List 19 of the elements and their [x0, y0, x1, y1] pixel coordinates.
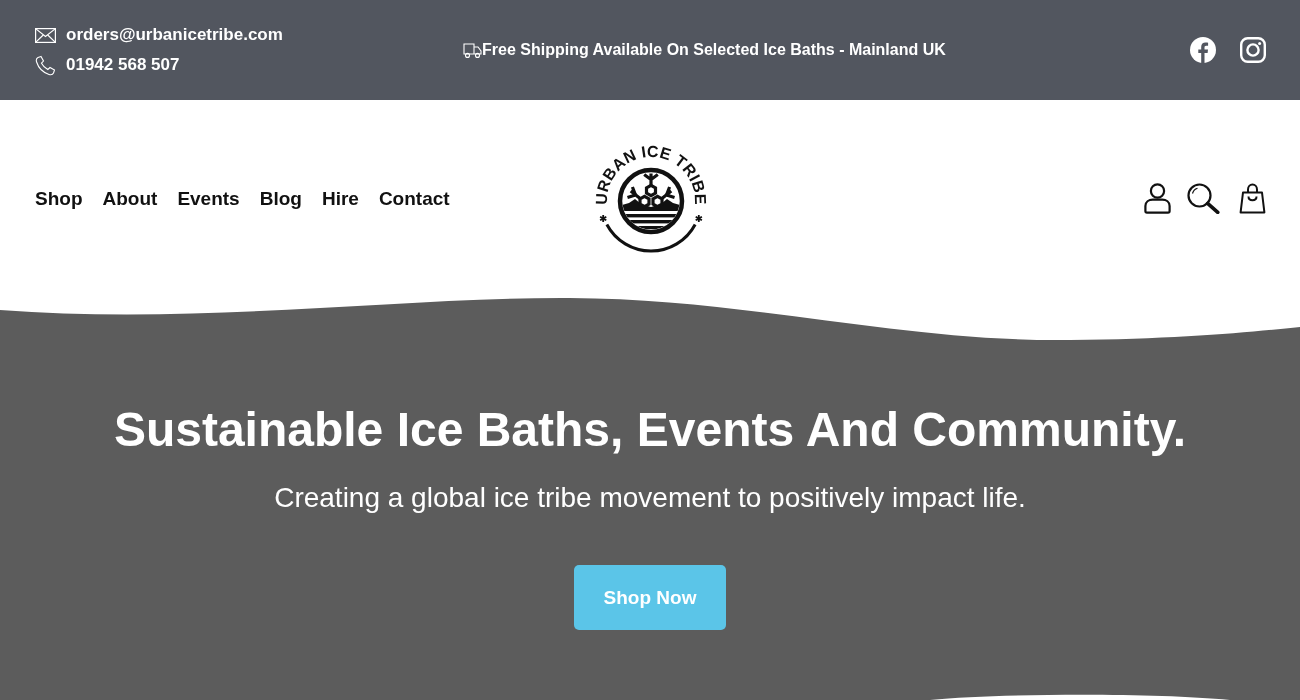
email-link[interactable]: orders@urbanicetribe.com — [66, 24, 283, 46]
facebook-icon[interactable] — [1190, 37, 1216, 63]
nav-link[interactable]: Contact — [378, 187, 450, 210]
nav-link[interactable]: Shop — [35, 187, 83, 210]
user-icon[interactable] — [1144, 183, 1171, 214]
search-icon[interactable] — [1187, 183, 1220, 214]
truck-icon — [463, 42, 482, 58]
hero-title: Sustainable Ice Baths, Events And Community. — [113, 402, 1187, 458]
nav-link[interactable]: Hire — [321, 187, 359, 210]
shipping-announcement: Free Shipping Available On Selected Ice Baths - Mainland UK — [482, 41, 946, 59]
nav-link[interactable]: Blog — [259, 187, 302, 210]
nav-link[interactable]: Events — [177, 187, 240, 210]
phone-icon[interactable] — [35, 54, 56, 76]
mail-icon[interactable] — [35, 27, 56, 43]
instagram-icon[interactable] — [1240, 37, 1266, 63]
nav-link[interactable]: About — [102, 187, 158, 210]
hero-subtitle: Creating a global ice tribe movement to positively impact life. — [274, 481, 1026, 515]
phone-link[interactable]: 01942 568 507 — [66, 54, 180, 76]
shopping-bag-icon[interactable] — [1239, 183, 1266, 214]
